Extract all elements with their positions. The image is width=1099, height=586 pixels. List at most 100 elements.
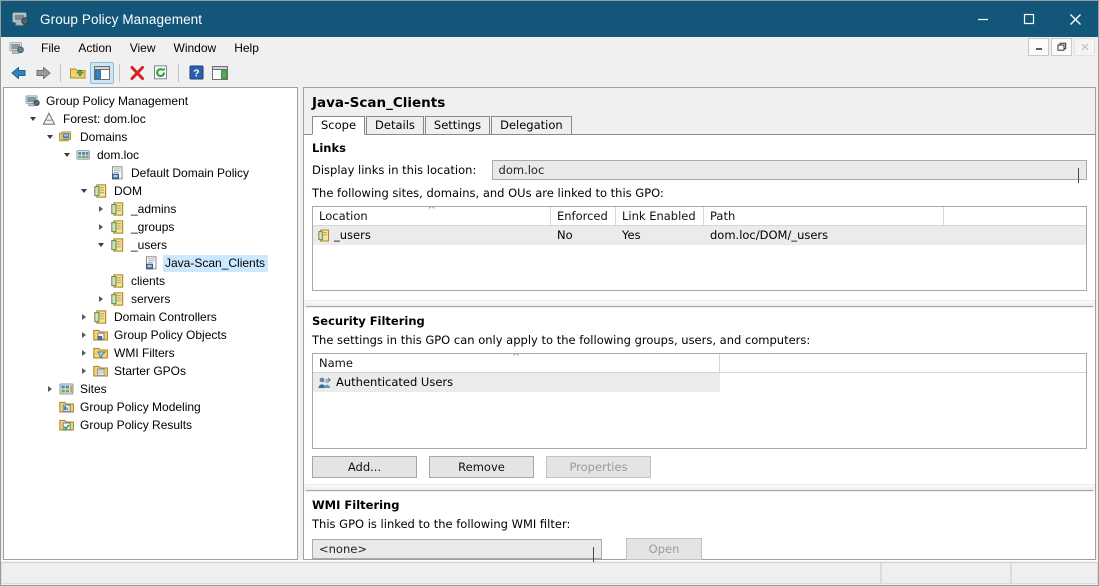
chevron-right-icon[interactable] [93, 218, 108, 236]
tree-item-servers[interactable]: servers [4, 290, 297, 308]
toolbar-separator-2 [119, 63, 120, 82]
tree-item-dom[interactable]: DOM [4, 182, 297, 200]
wmi-filtering-section: WMI Filtering This GPO is linked to the … [304, 492, 1095, 562]
users-group-icon [318, 376, 332, 389]
status-bar [1, 560, 1098, 585]
chevron-down-icon[interactable] [93, 236, 108, 254]
chevron-right-icon[interactable] [76, 326, 91, 344]
gpo-detail-pane: Java-Scan_Clients Scope Details Settings… [303, 87, 1096, 562]
domain-icon [74, 147, 92, 163]
add-button[interactable]: Add... [312, 456, 417, 478]
tree-item-dom-loc[interactable]: dom.loc [4, 146, 297, 164]
tree-item-group-policy-modeling[interactable]: Group Policy Modeling [4, 398, 297, 416]
scope-tab-panel: Links Display links in this location: do… [304, 135, 1095, 562]
show-hide-action-pane-icon[interactable] [208, 62, 232, 84]
minimize-button[interactable] [960, 1, 1006, 37]
chevron-right-icon[interactable] [93, 290, 108, 308]
chevron-down-icon[interactable] [42, 128, 57, 146]
wmi-filter-value: <none> [319, 542, 367, 556]
tree-item-sites[interactable]: Sites [4, 380, 297, 398]
tree-item-starter-gpos[interactable]: Starter GPOs [4, 362, 297, 380]
links-column-link-enabled[interactable]: Link Enabled [616, 207, 704, 225]
mdi-restore-button[interactable] [1051, 38, 1072, 56]
menu-view[interactable]: View [121, 39, 165, 58]
wmi-filter-combo[interactable]: <none> [312, 539, 602, 562]
links-location-row: Display links in this location: dom.loc [312, 160, 1087, 183]
help-icon[interactable]: ? [184, 62, 208, 84]
links-location-combo[interactable]: dom.loc [491, 160, 1087, 183]
links-section: Links Display links in this location: do… [304, 135, 1095, 291]
gpo-link-icon [142, 255, 160, 271]
chevron-down-icon [1078, 168, 1079, 183]
links-heading: Links [312, 141, 346, 155]
tree-item-domain-controllers[interactable]: Domain Controllers [4, 308, 297, 326]
tree-item-clients[interactable]: clients [4, 272, 297, 290]
tree-expander-empty [93, 272, 108, 290]
chevron-right-icon[interactable] [76, 308, 91, 326]
menu-action[interactable]: Action [69, 39, 120, 58]
tree-item-label: dom.loc [97, 147, 140, 162]
tree-item-group-policy-management[interactable]: Group Policy Management [4, 92, 297, 110]
console-tree-pane: Group Policy Management Forest: dom.loc Do… [3, 87, 298, 560]
tree-item-java-scan-clients[interactable]: Java-Scan_Clients [4, 254, 297, 272]
tree-item-groups[interactable]: _groups [4, 218, 297, 236]
links-column-location[interactable]: Location ^ [313, 207, 551, 225]
links-column-path[interactable]: Path [704, 207, 944, 225]
tab-settings[interactable]: Settings [424, 116, 491, 134]
open-button: Open [626, 538, 702, 560]
ou-icon [91, 183, 109, 199]
links-column-enforced[interactable]: Enforced [551, 207, 616, 225]
chevron-right-icon[interactable] [42, 380, 57, 398]
security-wmi-splitter[interactable] [304, 484, 1095, 492]
tab-delegation[interactable]: Delegation [491, 116, 572, 134]
tree-item-default-domain-policy[interactable]: Default Domain Policy [4, 164, 297, 182]
ou-icon [108, 291, 126, 307]
show-hide-console-tree-icon[interactable] [90, 61, 114, 84]
window-title: Group Policy Management [40, 11, 203, 27]
tree-item-forest-dom-loc[interactable]: Forest: dom.loc [4, 110, 297, 128]
delete-icon[interactable] [125, 62, 149, 84]
tree-item-label: Domain Controllers [114, 309, 217, 324]
tree-expander-empty [42, 398, 57, 416]
tab-scope[interactable]: Scope [312, 116, 366, 135]
tree-item-group-policy-results[interactable]: Group Policy Results [4, 416, 297, 434]
close-button[interactable] [1052, 1, 1098, 37]
menu-file[interactable]: File [32, 39, 69, 58]
table-row[interactable]: _users No Yes dom.loc/DOM/_users [313, 226, 1086, 245]
security-filtering-list-view[interactable]: Name ^ Authenticated Users [312, 353, 1087, 449]
chevron-right-icon[interactable] [76, 362, 91, 380]
tree-item-wmi-filters[interactable]: WMI Filters [4, 344, 297, 362]
chevron-down-icon[interactable] [25, 110, 40, 128]
tree-item-admins[interactable]: _admins [4, 200, 297, 218]
tree-item-label: DOM [114, 183, 142, 198]
security-filtering-section: Security Filtering The settings in this … [304, 308, 1095, 484]
security-column-name[interactable]: Name ^ [313, 354, 720, 372]
chevron-down-icon[interactable] [76, 182, 91, 200]
up-one-level-icon[interactable] [66, 62, 90, 84]
chevron-right-icon[interactable] [76, 344, 91, 362]
wmi-folder-icon [91, 345, 109, 361]
menu-window[interactable]: Window [165, 39, 226, 58]
chevron-down-icon[interactable] [59, 146, 74, 164]
tree-item-domains[interactable]: Domains [4, 128, 297, 146]
menu-help[interactable]: Help [225, 39, 268, 58]
list-item[interactable]: Authenticated Users [313, 373, 720, 392]
remove-button[interactable]: Remove [429, 456, 534, 478]
sort-ascending-icon: ^ [512, 353, 521, 363]
tree-item-users[interactable]: _users [4, 236, 297, 254]
back-icon[interactable] [7, 62, 31, 84]
refresh-icon[interactable] [149, 62, 173, 84]
links-list-view[interactable]: Location ^ Enforced Link Enabled Path _u… [312, 206, 1087, 291]
security-filtering-buttons: Add... Remove Properties [312, 449, 1087, 484]
forward-icon[interactable] [31, 62, 55, 84]
maximize-button[interactable] [1006, 1, 1052, 37]
chevron-right-icon[interactable] [93, 200, 108, 218]
tree-item-label: _users [131, 237, 168, 252]
tree-item-group-policy-objects[interactable]: Group Policy Objects [4, 326, 297, 344]
links-security-splitter[interactable] [304, 300, 1095, 308]
toolbar-separator-3 [178, 63, 179, 82]
security-cell-name: Authenticated Users [313, 373, 720, 392]
tab-details[interactable]: Details [366, 116, 424, 134]
mdi-minimize-button[interactable] [1028, 38, 1049, 56]
group-policy-management-window: Group Policy Management File Action View… [0, 0, 1099, 586]
